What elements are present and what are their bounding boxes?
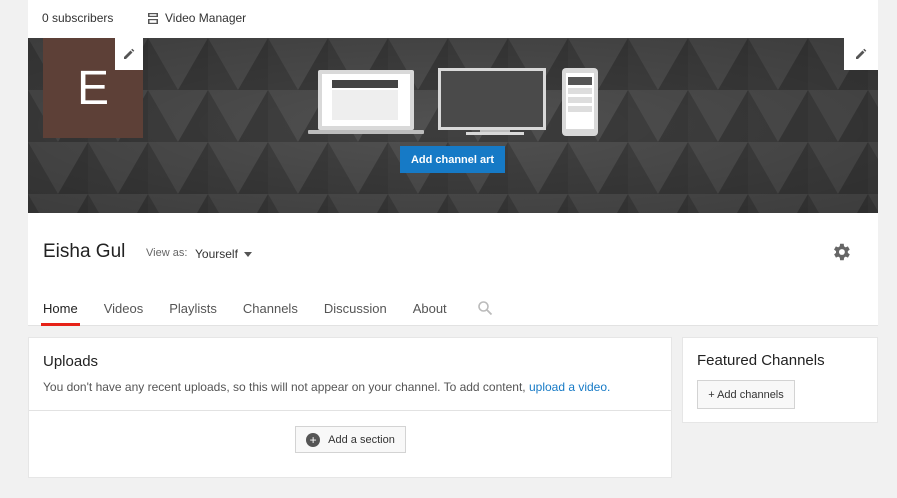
avatar-letter: E [76, 61, 109, 115]
video-manager-icon [148, 12, 158, 24]
tab-discussion[interactable]: Discussion [324, 301, 387, 326]
tab-playlists[interactable]: Playlists [169, 301, 217, 326]
video-manager-link[interactable]: Video Manager [148, 11, 246, 25]
add-section-label: Add a section [328, 433, 395, 446]
add-section-button[interactable]: + Add a section [295, 426, 406, 453]
channel-tabs: Home Videos Playlists Channels Discussio… [41, 301, 473, 326]
uploads-section: Uploads You don't have any recent upload… [28, 337, 672, 478]
upload-video-link[interactable]: upload a video. [529, 380, 610, 394]
featured-channels-title: Featured Channels [697, 352, 825, 369]
uploads-message-text: You don't have any recent uploads, so th… [43, 380, 526, 394]
subscriber-count: 0 subscribers [42, 11, 114, 25]
search-icon[interactable] [477, 300, 493, 316]
tab-home[interactable]: Home [41, 301, 80, 326]
featured-channels-section: Featured Channels + Add channels [682, 337, 878, 423]
uploads-message: You don't have any recent uploads, so th… [43, 380, 610, 394]
channel-name: Eisha Gul [43, 241, 126, 262]
tab-channels[interactable]: Channels [243, 301, 298, 326]
tab-videos[interactable]: Videos [104, 301, 144, 326]
video-manager-label: Video Manager [165, 11, 247, 25]
view-as-value: Yourself [195, 247, 238, 261]
gear-icon[interactable] [830, 241, 852, 263]
avatar-edit-button[interactable] [115, 38, 143, 70]
pencil-icon [856, 48, 867, 59]
device-preview-illustration [308, 68, 598, 136]
chevron-down-icon [243, 251, 252, 257]
pencil-icon [124, 48, 135, 59]
top-strip: 0 subscribers Video Manager [28, 0, 878, 38]
tab-about[interactable]: About [413, 301, 447, 326]
uploads-title: Uploads [43, 353, 99, 370]
banner-edit-button[interactable] [844, 38, 878, 70]
plus-circle-icon: + [306, 432, 321, 447]
channel-header: Eisha Gul View as: Yourself Home Videos … [28, 213, 878, 326]
view-as-label: View as: [146, 247, 188, 259]
add-channels-button[interactable]: + Add channels [697, 380, 795, 409]
add-channel-art-button[interactable]: Add channel art [400, 146, 505, 173]
divider [29, 410, 671, 411]
channel-banner: E Add channel art [28, 38, 878, 213]
view-as-dropdown[interactable]: Yourself [195, 247, 252, 261]
